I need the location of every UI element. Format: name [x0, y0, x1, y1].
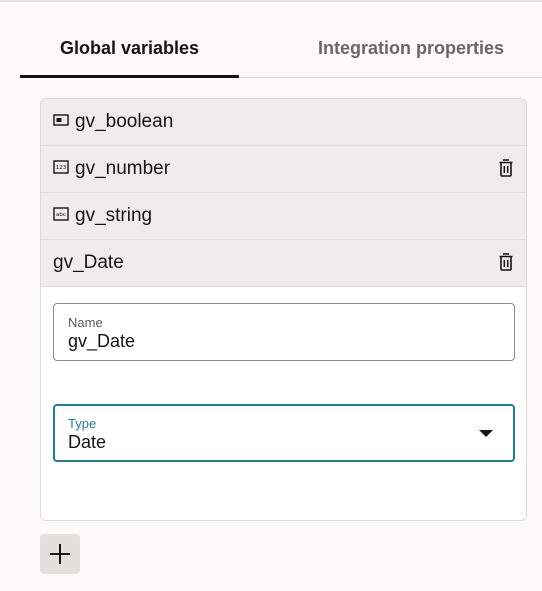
svg-text:123: 123 [56, 165, 67, 171]
variable-name: gv_Date [53, 252, 124, 273]
name-field-label: Name [68, 315, 103, 330]
boolean-type-icon [53, 114, 69, 126]
variable-name: gv_boolean [75, 111, 174, 132]
tab-integration-properties[interactable]: Integration properties [294, 22, 528, 76]
tab-global-variables[interactable]: Global variables [20, 22, 239, 78]
top-divider [0, 0, 542, 2]
string-type-icon: abc [53, 207, 69, 221]
dropdown-arrow-icon[interactable] [479, 430, 493, 437]
variable-name: gv_string [75, 205, 153, 226]
add-variable-button[interactable] [40, 534, 80, 574]
variable-row-gv-string[interactable]: abc gv_string [41, 193, 526, 240]
variable-name: gv_number [75, 158, 171, 179]
trash-icon[interactable] [498, 252, 514, 272]
trash-icon[interactable] [498, 158, 514, 178]
svg-text:abc: abc [56, 212, 66, 218]
name-field-value[interactable]: gv_Date [68, 331, 135, 352]
type-select-label: Type [68, 416, 97, 431]
name-field[interactable]: Name gv_Date [53, 303, 515, 361]
variables-panel: gv_boolean 123 gv_number abc gv_string g… [40, 98, 527, 521]
tab-bar: Global variables Integration properties [20, 22, 542, 78]
variable-row-gv-boolean[interactable]: gv_boolean [41, 99, 526, 146]
variable-row-gv-number[interactable]: 123 gv_number [41, 146, 526, 193]
plus-icon [50, 544, 70, 564]
type-select-value: Date [68, 432, 107, 452]
number-type-icon: 123 [53, 160, 69, 174]
variable-row-gv-date[interactable]: gv_Date [41, 240, 526, 287]
type-select[interactable]: Type Date [53, 404, 515, 462]
